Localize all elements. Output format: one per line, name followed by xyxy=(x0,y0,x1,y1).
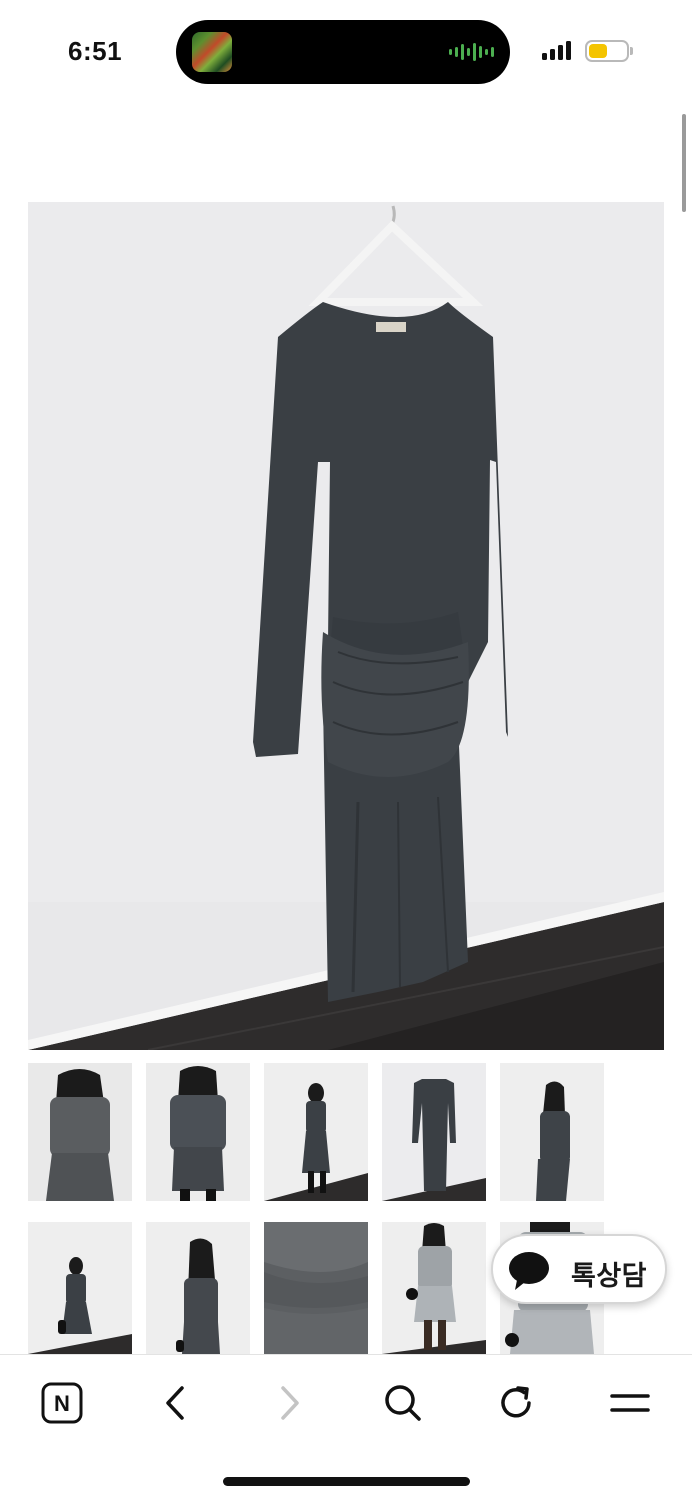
product-main-image[interactable] xyxy=(28,202,664,1050)
product-thumbnail[interactable] xyxy=(264,1222,368,1360)
product-thumbnail[interactable] xyxy=(500,1063,604,1201)
thumbnail-image xyxy=(146,1063,250,1201)
battery-cap xyxy=(630,47,633,55)
thumbnail-image xyxy=(382,1222,486,1354)
talk-consult-label: 톡상담 xyxy=(571,1261,648,1292)
menu-button[interactable] xyxy=(602,1375,658,1431)
thumbnail-image xyxy=(500,1063,604,1201)
battery-icon xyxy=(585,40,629,62)
forward-button[interactable] xyxy=(262,1375,318,1431)
naver-home-icon: N xyxy=(41,1382,83,1424)
scroll-indicator[interactable] xyxy=(682,114,686,212)
dynamic-island[interactable] xyxy=(176,20,510,84)
product-thumbnail[interactable] xyxy=(28,1222,132,1360)
thumbnail-image xyxy=(264,1222,368,1354)
product-thumbnail[interactable] xyxy=(146,1222,250,1360)
now-playing-artwork xyxy=(192,32,232,72)
thumbnail-image xyxy=(28,1222,132,1354)
back-button[interactable] xyxy=(147,1375,203,1431)
refresh-button[interactable] xyxy=(488,1375,544,1431)
product-thumbnail[interactable] xyxy=(382,1222,486,1360)
search-icon xyxy=(385,1385,421,1421)
talk-consult-button[interactable]: 톡상담 xyxy=(491,1234,667,1304)
svg-text:N: N xyxy=(54,1391,70,1416)
dress-photo xyxy=(28,202,664,1050)
search-button[interactable] xyxy=(375,1375,431,1431)
audio-waveform-icon xyxy=(449,42,494,62)
naver-home-button[interactable]: N xyxy=(34,1375,90,1431)
product-thumbnail[interactable] xyxy=(264,1063,368,1201)
refresh-icon xyxy=(501,1386,531,1418)
menu-icon xyxy=(610,1394,650,1412)
status-bar: 6:51 xyxy=(0,0,692,100)
home-indicator[interactable] xyxy=(223,1477,470,1486)
thumbnail-image xyxy=(382,1063,486,1201)
status-time: 6:51 xyxy=(68,36,123,66)
thumbnail-image xyxy=(264,1063,368,1201)
product-thumbnail[interactable] xyxy=(146,1063,250,1201)
back-icon xyxy=(166,1386,184,1420)
thumbnail-image xyxy=(28,1063,132,1201)
speech-bubble-icon xyxy=(505,1246,553,1294)
forward-icon xyxy=(281,1386,299,1420)
product-thumbnail[interactable] xyxy=(382,1063,486,1201)
cellular-signal-icon xyxy=(542,40,571,60)
product-thumbnail[interactable] xyxy=(28,1063,132,1201)
thumbnail-image xyxy=(146,1222,250,1354)
